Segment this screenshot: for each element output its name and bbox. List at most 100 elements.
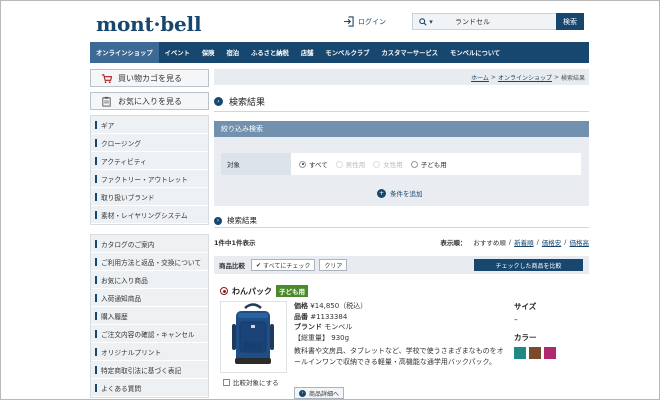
sidebar-item-clothing[interactable]: クロージング xyxy=(91,134,208,152)
product-detail-button[interactable]: › 商品詳細へ xyxy=(294,387,345,399)
sidebar-item-label: 購入履歴 xyxy=(101,312,128,321)
compare-target-label: 比較対象にする xyxy=(233,379,279,387)
sidebar-item-gear[interactable]: ギア xyxy=(91,116,208,134)
check-all-button[interactable]: ✔ すべてにチェック xyxy=(251,259,316,271)
nav-item-club[interactable]: モンベルクラブ xyxy=(319,42,375,63)
sort-label: 表示順： xyxy=(440,239,467,247)
sidebar-item-label: 特定商取引法に基づく表記 xyxy=(101,366,182,375)
logo[interactable]: mont·bell xyxy=(96,12,202,36)
weight-label: 【総重量】 xyxy=(294,333,329,342)
product-name[interactable]: わんパック xyxy=(232,286,272,297)
nav-item-events[interactable]: イベント xyxy=(159,42,196,63)
nav-item-customer-service[interactable]: カスタマーサービス xyxy=(376,42,445,63)
search-icon[interactable]: ▾ xyxy=(413,14,439,29)
sort-price-low[interactable]: 価格安 xyxy=(542,237,562,247)
sku-label: 品番 xyxy=(294,312,308,321)
compare-title: 商品比較 xyxy=(219,262,245,270)
results-count-row: 1件中1件表示 表示順： おすすめ順 / 新着順 / 価格安 / 価格高 xyxy=(214,236,589,248)
nav-item-about[interactable]: モンベルについて xyxy=(444,42,506,63)
bullet-bar xyxy=(95,365,97,374)
breadcrumb-shop[interactable]: オンラインショップ xyxy=(498,73,552,82)
bullet-bar xyxy=(95,257,97,266)
sort-separator: / xyxy=(508,238,512,246)
sort-recommended[interactable]: おすすめ順 xyxy=(473,237,506,247)
sidebar-item-label: 取り扱いブランド xyxy=(101,193,155,202)
bullet-bar xyxy=(95,347,97,356)
bullet-bar xyxy=(95,156,97,165)
chevron-down-icon: ▾ xyxy=(429,17,433,26)
color-swatch-magenta[interactable] xyxy=(544,347,556,359)
compare-checked-button[interactable]: チェックした商品を比較 xyxy=(474,259,583,271)
nav-item-furusato[interactable]: ふるさと納税 xyxy=(245,42,295,63)
sort-newest[interactable]: 新着順 xyxy=(514,237,534,247)
product-heading: わんパック 子ども用 xyxy=(220,285,308,297)
login-link[interactable]: ログイン xyxy=(343,16,386,27)
sidebar-item-label: オリジナルプリント xyxy=(101,348,162,357)
filter-label: 対象 xyxy=(221,153,291,175)
sidebar-item-outlet[interactable]: ファクトリー・アウトレット xyxy=(91,170,208,188)
color-swatch-brown[interactable] xyxy=(529,347,541,359)
sidebar-item-history[interactable]: 購入履歴 xyxy=(91,307,208,325)
sidebar-item-restock[interactable]: 入荷通知商品 xyxy=(91,289,208,307)
backpack-illustration xyxy=(232,303,274,364)
sidebar-item-label: カタログのご案内 xyxy=(101,240,155,249)
sidebar-item-materials[interactable]: 素材・レイヤリングシステム xyxy=(91,206,208,224)
bullet-bar xyxy=(95,275,97,284)
nav-item-insurance[interactable]: 保険 xyxy=(196,42,221,63)
radio-dot xyxy=(299,160,306,168)
product-image[interactable] xyxy=(220,301,287,373)
results-heading: › 検索結果 xyxy=(214,214,589,228)
clear-button[interactable]: クリア xyxy=(319,259,348,271)
main-nav: オンラインショップ イベント 保険 宿泊 ふるさと納税 店舗 モンベルクラブ カ… xyxy=(90,42,589,63)
bullet-bar xyxy=(95,293,97,302)
bullet-bar xyxy=(95,383,97,392)
product-sku: #1133384 xyxy=(310,312,348,321)
nav-item-stores[interactable]: 店舗 xyxy=(295,42,320,63)
breadcrumb-separator: > xyxy=(490,73,496,81)
header: mont·bell ログイン ▾ 検索 xyxy=(1,1,659,41)
product-info: 価格 ¥14,850（税込） 品番 #1133384 ブランド モンベル 【総重… xyxy=(294,301,504,367)
view-cart-label: 買い物カゴを見る xyxy=(118,73,182,83)
sidebar-item-favorite-products[interactable]: お気に入り商品 xyxy=(91,271,208,289)
radio-men: 男性用 xyxy=(335,159,365,169)
product-options: サイズ – カラー xyxy=(514,301,556,359)
sidebar-item-original-print[interactable]: オリジナルプリント xyxy=(91,343,208,361)
sort-price-high[interactable]: 価格高 xyxy=(570,237,590,247)
brand-label: ブランド xyxy=(294,323,322,331)
radio-kids[interactable]: 子ども用 xyxy=(410,159,447,169)
sidebar-item-activity[interactable]: アクティビティ xyxy=(91,152,208,170)
nav-item-lodging[interactable]: 宿泊 xyxy=(220,42,245,63)
sidebar-item-usage-returns[interactable]: ご利用方法と返品・交換について xyxy=(91,253,208,271)
compare-bar: 商品比較 ✔ すべてにチェック クリア チェックした商品を比較 xyxy=(214,256,589,274)
search-button[interactable]: 検索 xyxy=(556,13,584,30)
page-title-text: 検索結果 xyxy=(229,98,266,108)
arrow-circle-icon: › xyxy=(214,97,223,106)
support-list: カタログのご案内 ご利用方法と返品・交換について お気に入り商品 入荷通知商品 … xyxy=(90,234,209,398)
add-condition-link[interactable]: + 条件を追加 xyxy=(377,188,423,198)
view-cart-button[interactable]: 買い物カゴを見る xyxy=(90,69,209,87)
cart-icon xyxy=(101,73,112,83)
nav-item-online-shop[interactable]: オンラインショップ xyxy=(90,42,159,63)
sidebar-item-legal[interactable]: 特定商取引法に基づく表記 xyxy=(91,361,208,379)
price-label: 価格 xyxy=(294,302,308,310)
bullet-bar xyxy=(95,120,97,129)
radio-dot xyxy=(410,160,418,168)
product-weight: 930g xyxy=(331,333,350,342)
radio-label: すべて xyxy=(309,161,328,169)
color-swatch-teal[interactable] xyxy=(514,347,526,359)
sidebar-item-faq[interactable]: よくある質問 xyxy=(91,379,208,397)
search-input[interactable] xyxy=(439,14,539,29)
bullet-bar xyxy=(95,174,97,183)
sidebar-item-order-check[interactable]: ご注文内容の確認・キャンセル xyxy=(91,325,208,343)
breadcrumb-home[interactable]: ホーム xyxy=(471,73,489,82)
compare-target-checkbox[interactable]: 比較対象にする xyxy=(223,377,279,387)
sidebar-item-brands[interactable]: 取り扱いブランド xyxy=(91,188,208,206)
product-price-row: 価格 ¥14,850（税込） xyxy=(294,301,504,312)
view-favorites-button[interactable]: お気に入りを見る xyxy=(90,92,209,110)
product-detail-label: 商品詳細へ xyxy=(309,390,340,398)
sidebar-item-catalog[interactable]: カタログのご案内 xyxy=(91,235,208,253)
product-sku-row: 品番 #1133384 xyxy=(294,312,504,323)
sort-separator: / xyxy=(564,238,567,246)
sidebar-item-label: ご利用方法と返品・交換について xyxy=(101,258,202,267)
radio-all[interactable]: すべて xyxy=(299,159,328,169)
